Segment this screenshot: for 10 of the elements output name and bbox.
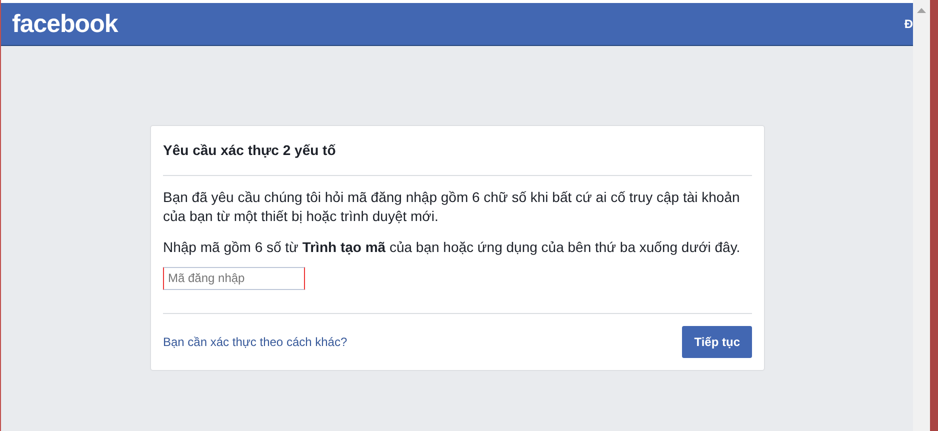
code-input-field[interactable]: Mã đăng nhập	[163, 266, 305, 290]
instruction-text: Bạn đã yêu cầu chúng tôi hỏi mã đăng nhập gồm 6 chữ số khi bất cứ ai cố truy cập tài khoản của bạn từ một thiết bị hoặc trình duyệt mới.	[163, 188, 741, 226]
header-link[interactable]: Đ	[904, 15, 913, 33]
instruction-text: Nhập mã gồm 6 số từ Trình tạo mã của bạn hoặc ứng dụng của bên thứ ba xuống dưới đây.	[163, 238, 742, 257]
dialog-title: Yêu cầu xác thực 2 yếu tố	[163, 126, 752, 176]
logo[interactable]: facebook	[12, 12, 118, 36]
continue-button[interactable]: Tiếp tục	[682, 326, 752, 358]
scroll-up-icon[interactable]	[917, 8, 926, 13]
alternate-method-link[interactable]: Bạn cần xác thực theo cách khác?	[163, 332, 348, 351]
scrollbar[interactable]	[913, 0, 930, 431]
